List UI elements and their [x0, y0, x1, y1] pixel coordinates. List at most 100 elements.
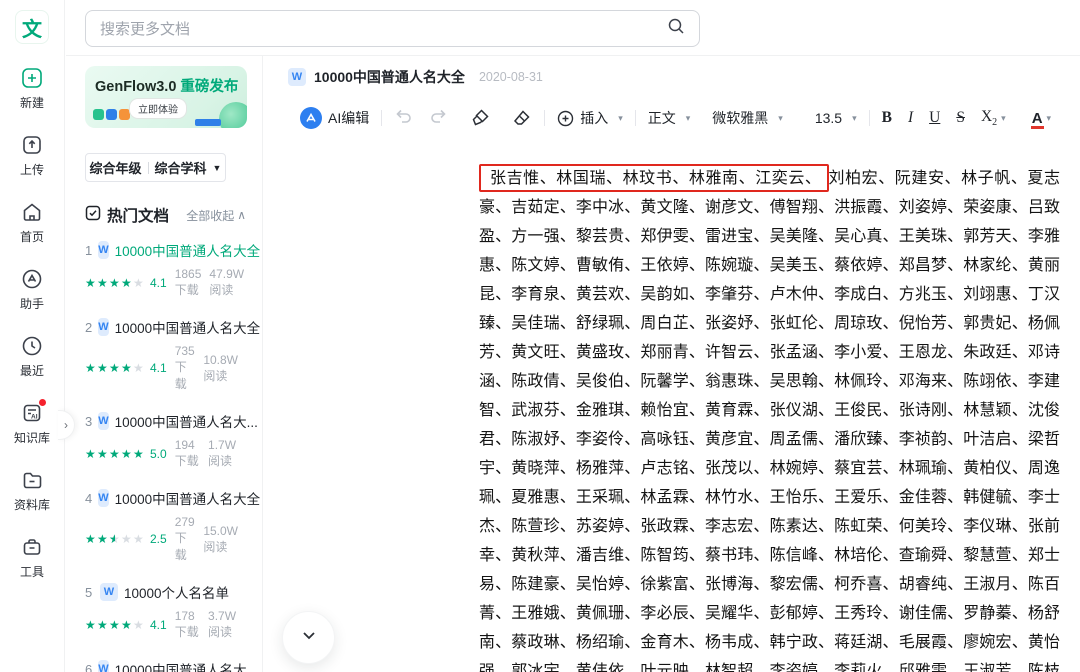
word-doc-icon: W	[98, 412, 109, 430]
star-icon: ★	[85, 361, 96, 375]
caret-down-icon: ▾	[1001, 112, 1006, 123]
rail-item-knowledge[interactable]: AI 知识库	[14, 399, 50, 446]
rating-stars: ★ ★ ★ ★ ★ ★	[85, 532, 145, 546]
eraser-icon[interactable]	[512, 108, 532, 128]
genflow-banner[interactable]: GenFlow3.0 重磅发布 立即体验	[85, 66, 247, 128]
text-line: 盈、方一强、黎芸贵、郑伊雯、雷进宝、吴美隆、吴心真、王美珠、郭芳天、李雅	[479, 226, 1060, 245]
strikethrough-button[interactable]: S	[956, 109, 965, 127]
search-icon[interactable]	[667, 17, 685, 40]
font-size-select[interactable]: 13.5 ▾	[815, 110, 857, 126]
download-count: 1865下载	[174, 267, 202, 297]
rail-item-assistant[interactable]: 助手	[20, 267, 44, 312]
plus-square-icon	[20, 66, 44, 90]
underline-button[interactable]: U	[929, 109, 940, 127]
bold-button[interactable]: B	[882, 109, 892, 127]
rail-item-materials[interactable]: 资料库	[14, 468, 50, 513]
toolbox-icon	[20, 535, 44, 559]
doc-list-item[interactable]: 5 W 10000个人名名单 ★ ★ ★ ★ ★ 4.1 178下载 3.7W阅读	[85, 582, 246, 640]
redo-icon[interactable]	[429, 106, 448, 130]
text-line: 强、郭冰宇、黄伟依、叶元映、林智超、李姿婷、李莉火、邱雅雯、王淑芳、陈枝	[479, 661, 1060, 672]
star-icon: ★	[121, 275, 132, 290]
doc-title[interactable]: 10000中国普通人名大...	[115, 659, 258, 672]
insert-button[interactable]: 插入 ▾	[557, 108, 623, 128]
text-line: 宇、黄晓萍、杨雅萍、卢志铭、张茂以、林婉婷、蔡宜芸、林珮瑜、黄柏仪、周逸	[479, 458, 1060, 477]
star-icon: ★	[121, 617, 132, 632]
doc-rank: 3	[85, 413, 93, 429]
collapse-all-button[interactable]: 全部收起 ∧	[186, 207, 246, 224]
download-count: 194下载	[174, 438, 199, 468]
left-rail: 文 新建 上传 首页 助手 最近 AI 知识库 资料库 工具	[0, 0, 65, 672]
star-icon: ★	[109, 275, 120, 290]
doc-title[interactable]: 10000中国普通人名大全	[115, 317, 261, 337]
doc-rank: 2	[85, 319, 93, 335]
grade-subject-filter[interactable]: 综合年级 综合学科 ▼	[85, 153, 226, 182]
rail-item-recent[interactable]: 最近	[20, 334, 44, 379]
read-count: 10.8W阅读	[203, 352, 238, 383]
doc-list-item[interactable]: 3 W 10000中国普通人名大... ★ ★ ★ ★ ★ 5.0 194下载 1.7W…	[85, 411, 258, 469]
star-icon: ★	[109, 361, 120, 375]
doc-list-item[interactable]: 6 W 10000中国普通人名大... ★★★★★ 5.0 1下载 732阅读	[85, 659, 258, 672]
star-icon: ★	[133, 446, 144, 461]
format-painter-icon[interactable]	[470, 108, 490, 128]
hot-docs-list: 1 W 10000中国普通人名大全 ★ ★ ★ ★ ★ 4.1 1865下载 47.9W…	[85, 240, 260, 672]
doc-title[interactable]: 10000中国普通人名大全	[115, 488, 261, 508]
star-icon: ★	[133, 617, 144, 632]
word-doc-icon: W	[288, 68, 306, 86]
doc-list-item[interactable]: 4 W 10000中国普通人名大全 ★ ★ ★ ★ ★ ★ 2.5 279下载 15.0W…	[85, 488, 260, 563]
star-icon: ★	[97, 617, 108, 632]
text-line: 菁、王雅娥、黄佩珊、李必辰、吴耀华、彭郁婷、王秀玲、谢佳儒、罗静蓁、杨舒	[479, 603, 1060, 622]
checklist-icon	[85, 205, 101, 226]
italic-button[interactable]: I	[908, 109, 913, 127]
star-icon: ★	[121, 361, 132, 375]
app-logo[interactable]: 文	[15, 10, 49, 44]
text-line: 芳、黄文旺、黄盛玫、郑丽青、许智云、张孟涵、李小爱、王恩龙、朱政廷、邓诗	[479, 342, 1060, 361]
doc-rank: 1	[85, 242, 93, 258]
app-window: 文 新建 上传 首页 助手 最近 AI 知识库 资料库 工具 › 搜索更多文档 …	[0, 0, 1080, 672]
doc-title[interactable]: 10000个人名名单	[124, 582, 229, 602]
rating-value: 4.1	[150, 617, 167, 632]
document-text[interactable]: 张吉惟、林国瑞、林玟书、林雅南、江奕云、 刘柏宏、阮建安、林子帆、夏志豪、吉茹定、…	[479, 163, 1060, 672]
doc-rank: 6	[85, 661, 93, 672]
text-line: 豪、吉茹定、李中冰、黄文隆、谢彦文、傅智翔、洪振霞、刘姿婷、荣姿康、吕致	[479, 197, 1060, 216]
star-icon: ★ ★	[109, 532, 120, 546]
doc-list-item[interactable]: 2 W 10000中国普通人名大全 ★ ★ ★ ★ ★ 4.1 735下载 10.8W阅…	[85, 317, 260, 392]
star-icon: ★	[85, 446, 96, 461]
star-icon: ★	[85, 617, 96, 632]
star-icon: ★	[97, 532, 108, 546]
ai-library-icon: AI	[20, 399, 46, 425]
rating-stars: ★ ★ ★ ★ ★	[85, 361, 145, 375]
word-doc-icon: W	[98, 660, 109, 672]
rail-item-upload[interactable]: 上传	[20, 133, 44, 178]
search-input[interactable]: 搜索更多文档	[85, 10, 700, 47]
clock-icon	[20, 334, 44, 358]
doc-list-item[interactable]: 1 W 10000中国普通人名大全 ★ ★ ★ ★ ★ 4.1 1865下载 47.9W…	[85, 240, 260, 298]
text-line: 臻、吴佳瑞、舒绿珮、周白芷、张姿妤、张虹伦、周琼玫、倪怡芳、郭贵妃、杨佩	[479, 313, 1060, 332]
doc-title[interactable]: 10000中国普通人名大全	[115, 240, 261, 260]
filter-divider	[147, 161, 149, 174]
caret-down-icon: ▾	[1046, 112, 1052, 123]
ai-edit-icon	[300, 107, 322, 129]
rail-item-new[interactable]: 新建	[20, 66, 44, 111]
font-color-button[interactable]: A	[1030, 110, 1044, 129]
caret-down-icon: ▾	[852, 112, 857, 123]
rating-stars: ★ ★ ★ ★ ★	[85, 447, 145, 461]
star-icon: ★	[85, 275, 96, 290]
doc-rank: 5	[85, 584, 93, 600]
paragraph-style-select[interactable]: 正文 ▾	[648, 108, 691, 128]
banner-cta-button[interactable]: 立即体验	[129, 98, 187, 119]
chevron-down-icon	[299, 625, 319, 650]
collapse-panel-button[interactable]	[282, 611, 335, 664]
rail-item-home[interactable]: 首页	[20, 200, 44, 245]
filter-caret-icon: ▼	[212, 162, 222, 173]
subscript-button[interactable]: X2	[981, 108, 997, 128]
caret-down-icon: ▾	[618, 112, 623, 123]
rating-value: 4.1	[150, 361, 167, 375]
doc-title[interactable]: 10000中国普通人名大...	[115, 411, 258, 431]
editor-toolbar: AI编辑 插入 ▾ 正文 ▾ 微软雅黑 ▾ 13.5 ▾ B I U S X2 …	[300, 98, 1070, 138]
text-line: 张吉惟、林国瑞、林玟书、林雅南、江奕云、 刘柏宏、阮建安、林子帆、夏志	[479, 163, 1060, 192]
font-family-select[interactable]: 微软雅黑 ▾	[712, 108, 783, 128]
rail-item-tools[interactable]: 工具	[20, 535, 44, 580]
undo-icon[interactable]	[394, 106, 413, 130]
star-icon: ★	[109, 446, 120, 461]
ai-edit-button[interactable]: AI编辑	[300, 107, 369, 129]
